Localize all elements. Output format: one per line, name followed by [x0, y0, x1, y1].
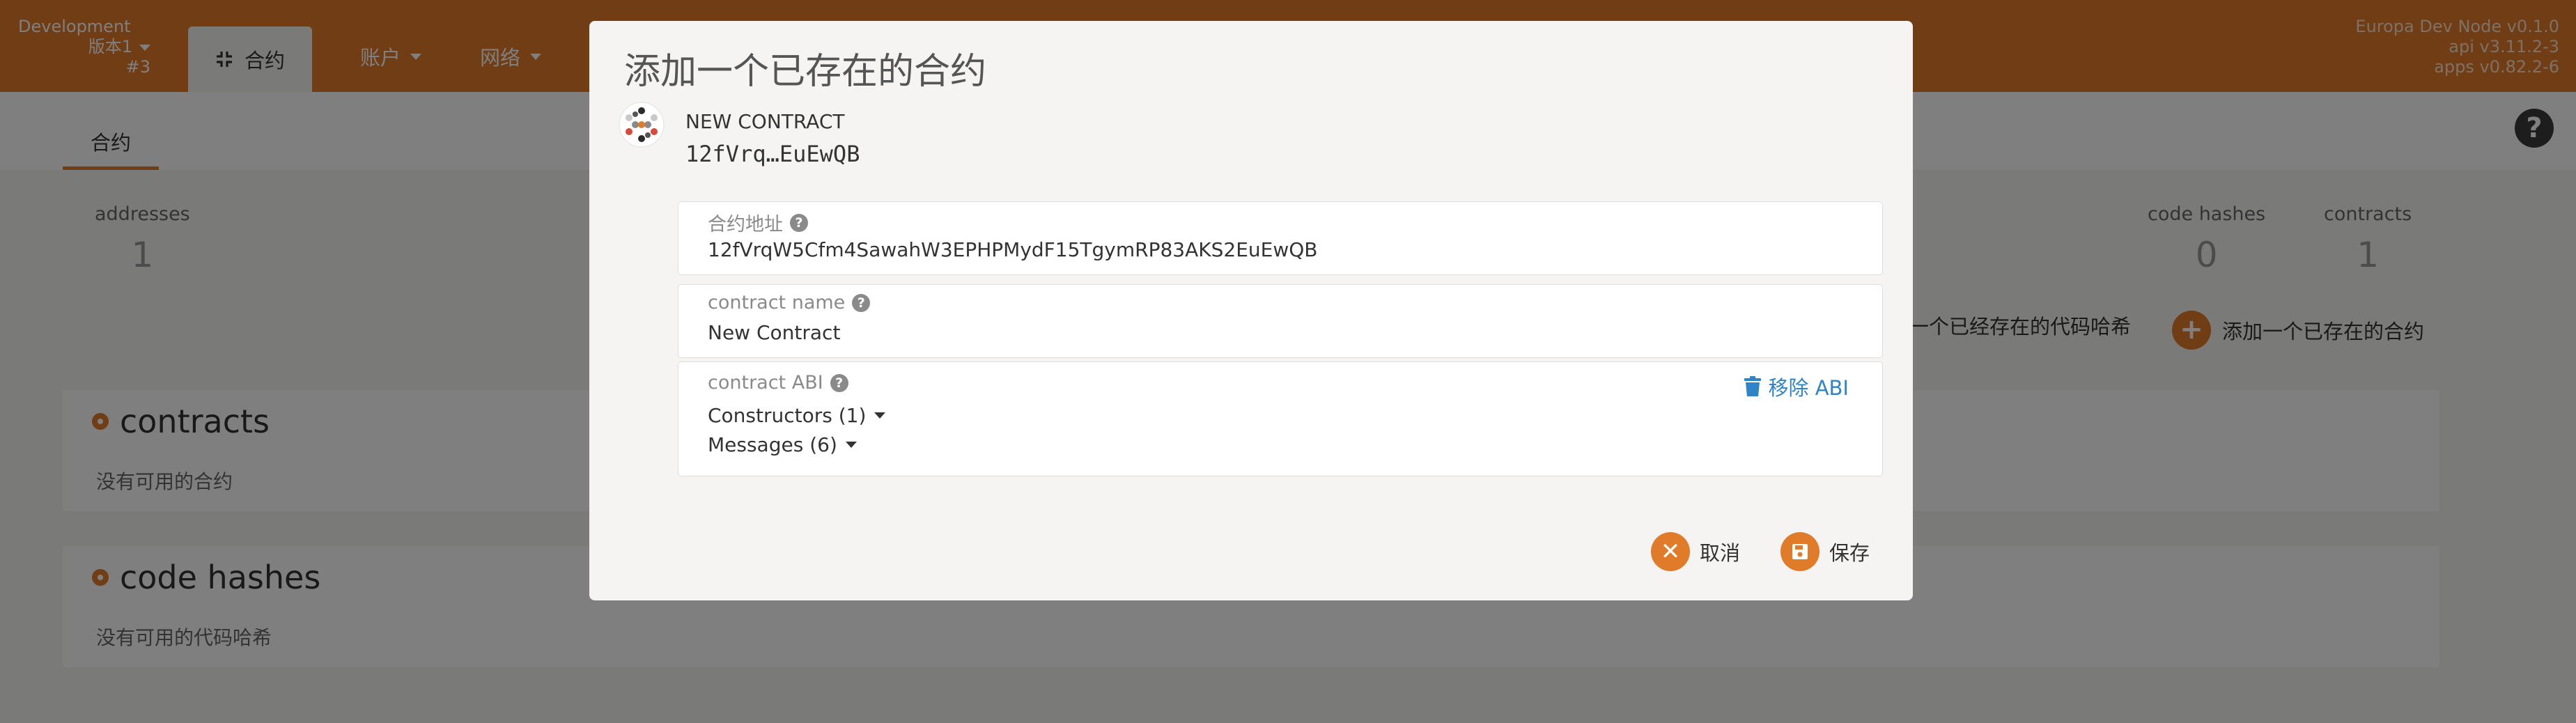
save-icon [1780, 532, 1820, 571]
field-label-text: 合约地址 [708, 214, 783, 235]
chevron-down-icon [874, 412, 886, 419]
messages-expander[interactable]: Messages (6) [708, 433, 857, 456]
remove-abi-label: 移除 ABI [1768, 376, 1849, 400]
field-label: contract name ? [708, 292, 871, 313]
contract-name-field[interactable]: contract name ? New Contract [678, 284, 1883, 358]
cancel-label: 取消 [1700, 541, 1741, 565]
save-button[interactable]: 保存 [1780, 532, 1870, 571]
close-icon: ✕ [1651, 532, 1690, 571]
help-icon[interactable]: ? [830, 373, 848, 392]
contract-name-input[interactable]: New Contract [708, 321, 840, 344]
messages-label: Messages (6) [708, 433, 837, 456]
cancel-button[interactable]: ✕ 取消 [1651, 532, 1740, 571]
contract-address-input[interactable]: 12fVrqW5Cfm4SawahW3EPHPMydF15TgymRP83AKS… [708, 238, 1318, 261]
contract-abi-field: contract ABI ? 移除 ABI Constructors (1) M… [678, 362, 1883, 476]
remove-abi-button[interactable]: 移除 ABI [1744, 372, 1849, 401]
trash-icon [1744, 376, 1762, 396]
help-icon[interactable]: ? [790, 213, 808, 232]
add-contract-modal: 添加一个已存在的合约 NEW CONTRACT 12fVrq…EuEwQB 合约… [589, 21, 1913, 600]
chevron-down-icon [845, 442, 857, 448]
help-icon[interactable]: ? [852, 293, 871, 312]
field-label: contract ABI ? [708, 372, 848, 394]
constructors-label: Constructors (1) [708, 404, 867, 427]
contract-address-short: 12fVrq…EuEwQB [685, 141, 860, 167]
save-label: 保存 [1829, 541, 1870, 565]
field-label: 合约地址 ? [708, 209, 808, 236]
field-label-text: contract name [708, 292, 846, 313]
identicon-icon[interactable] [619, 102, 665, 148]
field-label-text: contract ABI [708, 372, 823, 394]
contract-name-heading: NEW CONTRACT [685, 110, 845, 133]
modal-title: 添加一个已存在的合约 [624, 51, 987, 93]
constructors-expander[interactable]: Constructors (1) [708, 404, 886, 427]
contract-address-field[interactable]: 合约地址 ? 12fVrqW5Cfm4SawahW3EPHPMydF15Tgym… [678, 201, 1883, 275]
